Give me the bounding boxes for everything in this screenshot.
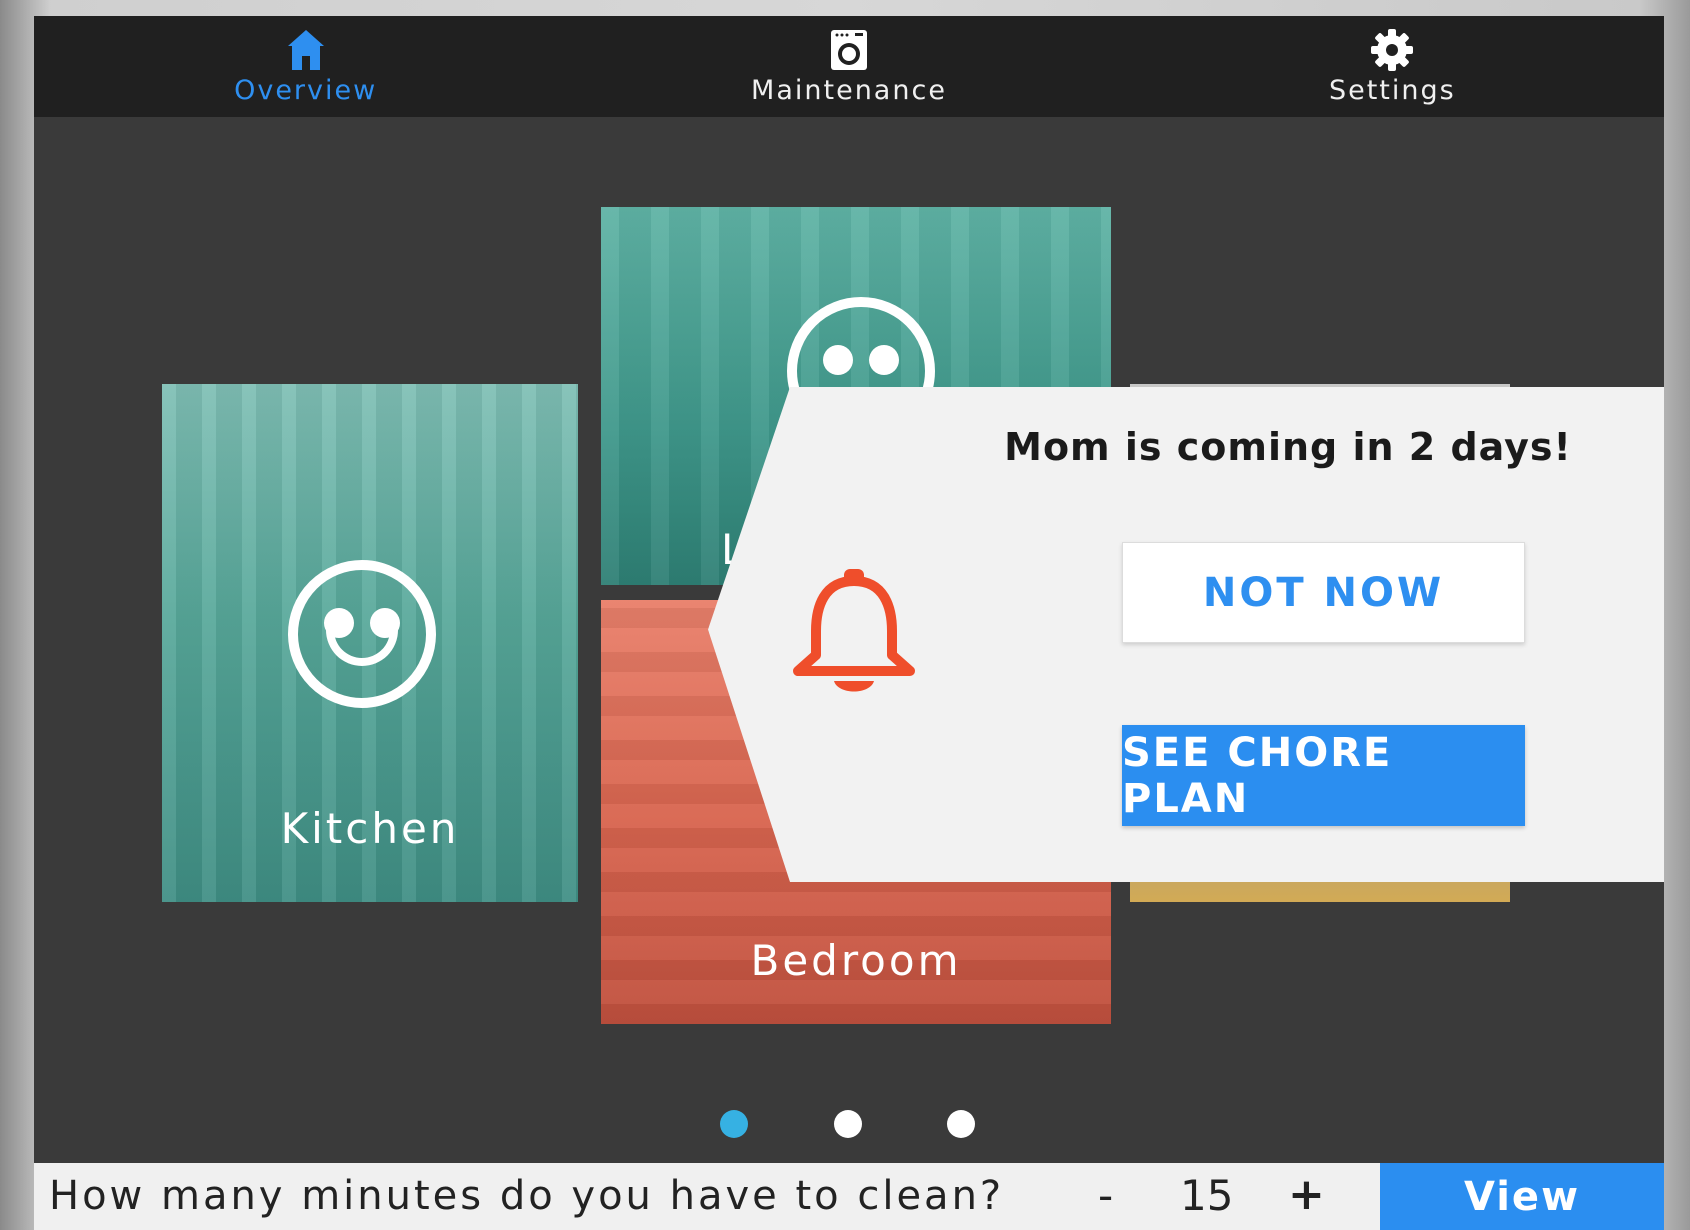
decrease-minutes-button[interactable]: - [1098, 1171, 1113, 1220]
bell-icon [793, 569, 915, 692]
washing-machine-icon [827, 27, 871, 73]
minutes-question: How many minutes do you have to clean? [49, 1173, 1005, 1219]
view-button[interactable]: View [1380, 1163, 1664, 1230]
app-window: Overview Maintenance Settings Kitchen L … [34, 16, 1664, 1230]
room-name-kitchen: Kitchen [280, 804, 460, 853]
nav-overview[interactable]: Overview [34, 16, 577, 117]
bottom-bar: How many minutes do you have to clean? -… [34, 1163, 1664, 1230]
page-dot-1[interactable] [720, 1110, 748, 1138]
see-chore-plan-button[interactable]: SEE CHORE PLAN [1122, 725, 1525, 826]
room-name-bedroom: Bedroom [750, 936, 962, 985]
minutes-value: 15 [1180, 1171, 1234, 1220]
page-dot-2[interactable] [834, 1110, 862, 1138]
notification-popup: Mom is coming in 2 days! NOT NOW SEE CHO… [708, 387, 1664, 882]
room-card-kitchen[interactable]: Kitchen [162, 384, 578, 902]
room-name-living: L [721, 525, 748, 574]
nav-maintenance-label: Maintenance [751, 75, 947, 106]
smiley-face-icon [288, 560, 436, 708]
nav-maintenance[interactable]: Maintenance [577, 16, 1120, 117]
increase-minutes-button[interactable]: + [1288, 1169, 1325, 1220]
notification-message: Mom is coming in 2 days! [1004, 425, 1572, 469]
nav-settings[interactable]: Settings [1121, 16, 1664, 117]
pagination-dots [34, 1110, 1664, 1138]
not-now-button[interactable]: NOT NOW [1122, 542, 1525, 643]
top-nav: Overview Maintenance Settings [34, 16, 1664, 117]
gear-icon [1370, 27, 1414, 73]
nav-overview-label: Overview [234, 75, 378, 106]
nav-settings-label: Settings [1328, 75, 1456, 106]
page-dot-3[interactable] [947, 1110, 975, 1138]
home-icon [284, 27, 328, 73]
